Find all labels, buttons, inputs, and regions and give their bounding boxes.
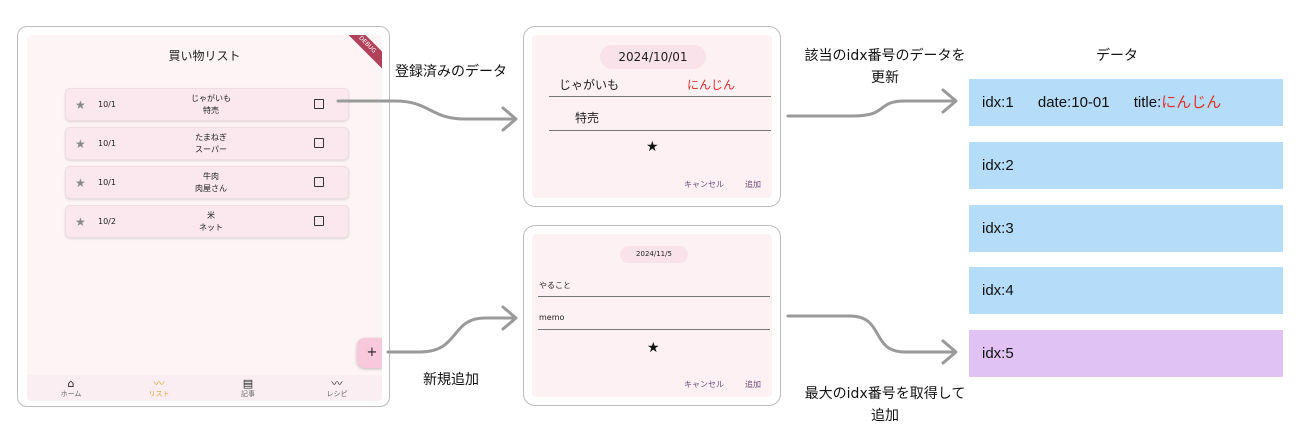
old-value: じゃがいも bbox=[559, 78, 620, 92]
data-idx: idx:5 bbox=[982, 345, 1014, 362]
label-new-add: 新規追加 bbox=[423, 372, 479, 388]
arrow-to-data-idx5 bbox=[786, 314, 955, 354]
date-chip[interactable]: 2024/10/01 bbox=[600, 45, 706, 69]
label-max-idx: 最大のidx番号を取得して 追加 bbox=[792, 383, 978, 427]
star-icon[interactable]: ★ bbox=[647, 340, 660, 356]
cancel-button[interactable]: キャンセル bbox=[684, 379, 724, 390]
label-max-line1: 最大のidx番号を取得して bbox=[804, 386, 966, 402]
label-registered-data: 登録済みのデータ bbox=[395, 64, 507, 80]
data-row-5: idx:5 bbox=[969, 330, 1283, 377]
data-date: date:10-01 bbox=[1037, 94, 1110, 111]
data-row-4: idx:4 bbox=[969, 267, 1283, 314]
arrow-to-edit-dialog bbox=[336, 99, 515, 121]
note-field[interactable]: 特売 bbox=[575, 109, 599, 126]
label-update: 該当のidx番号のデータを 更新 bbox=[795, 45, 975, 89]
data-idx: idx:1 bbox=[982, 94, 1014, 111]
date-chip[interactable]: 2024/11/5 bbox=[620, 246, 688, 263]
data-row-3: idx:3 bbox=[969, 205, 1283, 252]
field-underline bbox=[538, 296, 770, 297]
add-button[interactable]: 追加 bbox=[745, 179, 761, 190]
arrow-to-new-dialog bbox=[386, 316, 515, 354]
new-dialog-body: 2024/11/5 やること memo ★ キャンセル 追加 bbox=[532, 234, 772, 397]
label-update-line2: 更新 bbox=[871, 70, 899, 86]
edit-dialog: 2024/10/01 じゃがいも にんじん 特売 ★ キャンセル 追加 bbox=[523, 26, 781, 207]
todo-field[interactable]: やること bbox=[539, 280, 571, 291]
arrow-to-data-idx1 bbox=[786, 99, 955, 118]
memo-field[interactable]: memo bbox=[539, 313, 564, 322]
data-idx: idx:2 bbox=[982, 157, 1014, 174]
field-underline bbox=[538, 329, 770, 330]
field-underline bbox=[549, 96, 771, 97]
add-button[interactable]: 追加 bbox=[745, 379, 761, 390]
label-update-line1: 該当のidx番号のデータを bbox=[804, 48, 966, 64]
label-max-line2: 追加 bbox=[871, 408, 899, 424]
new-value: にんじん bbox=[687, 78, 736, 92]
data-title-value: にんじん bbox=[1161, 94, 1222, 111]
data-title-label: title: bbox=[1133, 94, 1162, 111]
data-row-2: idx:2 bbox=[969, 142, 1283, 189]
data-idx: idx:3 bbox=[982, 220, 1014, 237]
new-dialog: 2024/11/5 やること memo ★ キャンセル 追加 bbox=[523, 225, 781, 406]
data-header: データ bbox=[1096, 48, 1138, 64]
data-row-1: idx:1 date:10-01 title:にんじん bbox=[969, 79, 1283, 126]
star-icon[interactable]: ★ bbox=[646, 139, 659, 155]
field-underline bbox=[549, 130, 771, 131]
edit-dialog-body: 2024/10/01 じゃがいも にんじん 特売 ★ キャンセル 追加 bbox=[532, 35, 772, 198]
cancel-button[interactable]: キャンセル bbox=[684, 179, 724, 190]
data-idx: idx:4 bbox=[982, 282, 1014, 299]
